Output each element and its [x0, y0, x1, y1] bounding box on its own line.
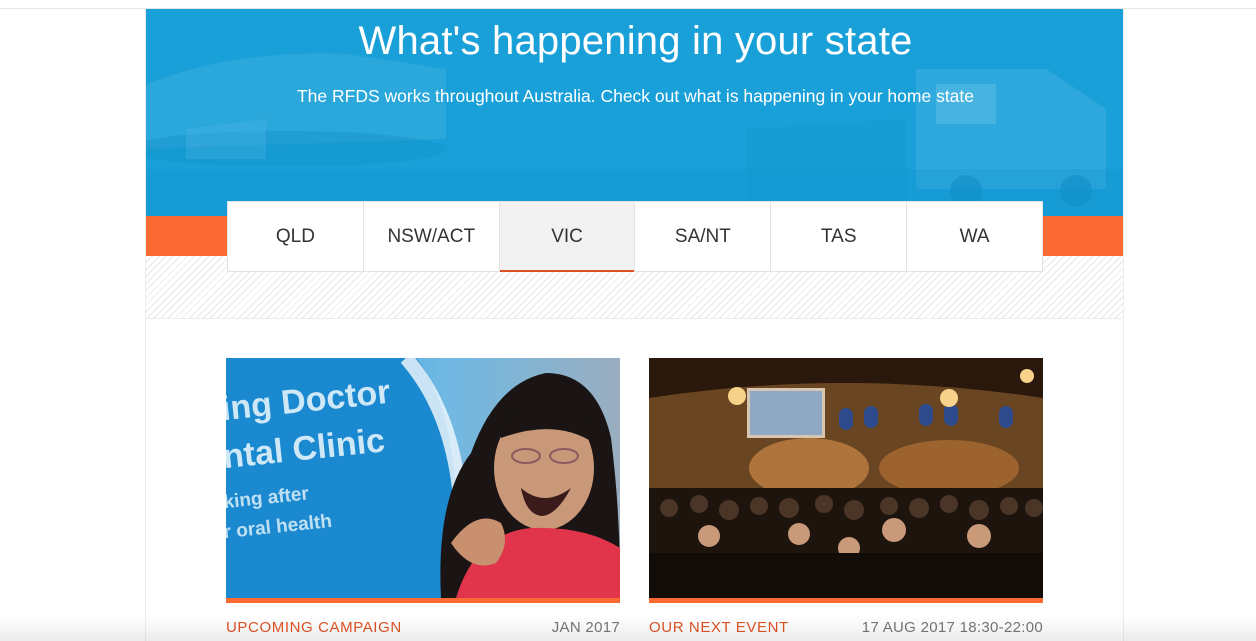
- tab-sa-nt[interactable]: SA/NT: [635, 202, 772, 271]
- event-image[interactable]: [649, 358, 1043, 598]
- state-tabs: QLD NSW/ACT VIC SA/NT TAS WA: [227, 201, 1043, 272]
- campaign-accent-bar: [226, 598, 620, 603]
- page-title: What's happening in your state: [358, 19, 913, 63]
- campaign-image[interactable]: ing Doctor ntal Clinic king after r oral…: [226, 358, 620, 598]
- tab-qld[interactable]: QLD: [228, 202, 364, 271]
- event-accent-bar: [649, 598, 1043, 603]
- tab-nsw-act[interactable]: NSW/ACT: [364, 202, 500, 271]
- event-type-label[interactable]: OUR NEXT EVENT: [649, 619, 789, 636]
- state-section: What's happening in your state The RFDS …: [145, 9, 1124, 641]
- tab-vic[interactable]: VIC: [499, 202, 636, 272]
- campaign-type-label[interactable]: UPCOMING CAMPAIGN: [226, 619, 402, 636]
- event-card[interactable]: OUR NEXT EVENT 17 AUG 2017 18:30-22:00: [649, 358, 1043, 636]
- campaign-card[interactable]: ing Doctor ntal Clinic king after r oral…: [226, 358, 620, 636]
- tab-wa[interactable]: WA: [907, 202, 1042, 271]
- campaign-date: JAN 2017: [551, 619, 620, 636]
- hero-subtitle: The RFDS works throughout Australia. Che…: [296, 86, 975, 106]
- campaign-meta: UPCOMING CAMPAIGN JAN 2017: [226, 619, 620, 636]
- event-date: 17 AUG 2017 18:30-22:00: [861, 619, 1043, 636]
- hero-banner: What's happening in your state The RFDS …: [146, 9, 1123, 216]
- event-meta: OUR NEXT EVENT 17 AUG 2017 18:30-22:00: [649, 619, 1043, 636]
- tab-tas[interactable]: TAS: [771, 202, 908, 271]
